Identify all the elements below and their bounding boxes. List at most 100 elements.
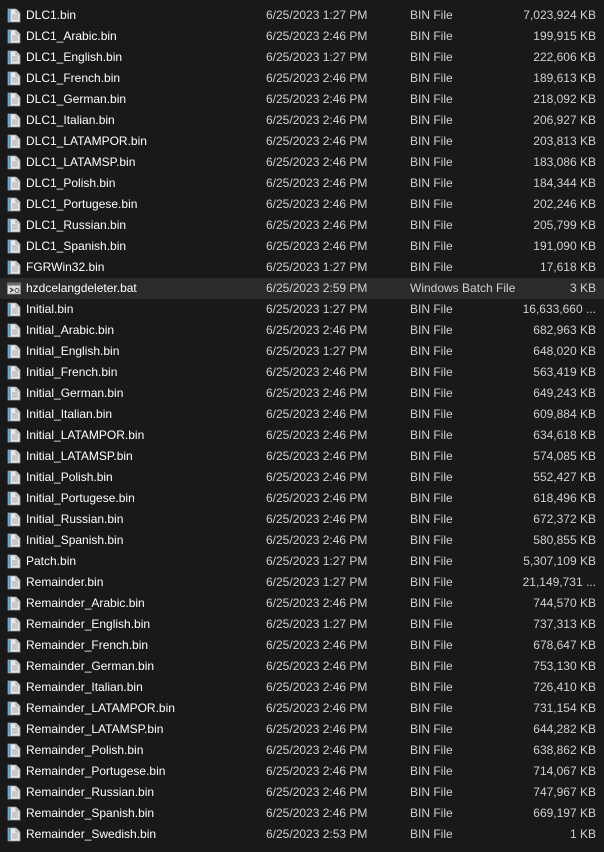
file-row[interactable]: Patch.bin 6/25/2023 1:27 PM BIN File 5,307,…	[0, 551, 604, 572]
file-name[interactable]: Remainder_Arabic.bin	[26, 593, 264, 614]
file-name[interactable]: Patch.bin	[26, 551, 264, 572]
file-row[interactable]: Remainder_Polish.bin 6/25/2023 2:46 PM BIN…	[0, 740, 604, 761]
file-name[interactable]: DLC1_Polish.bin	[26, 173, 264, 194]
file-row[interactable]: DLC1_LATAMPOR.bin 6/25/2023 2:46 PM BIN Fi…	[0, 131, 604, 152]
bin-file-icon	[7, 134, 21, 149]
file-name[interactable]: Remainder.bin	[26, 572, 264, 593]
file-name[interactable]: Initial_English.bin	[26, 341, 264, 362]
file-row[interactable]: DLC1.bin 6/25/2023 1:27 PM BIN File 7,023,9…	[0, 5, 604, 26]
bin-file-icon	[7, 617, 21, 632]
file-name[interactable]: Initial_Russian.bin	[26, 509, 264, 530]
file-size: 649,243 KB	[533, 386, 596, 400]
file-name[interactable]: Remainder_Swedish.bin	[26, 824, 264, 845]
file-name[interactable]: DLC1_LATAMSP.bin	[26, 152, 264, 173]
file-date-modified: 6/25/2023 2:59 PM	[266, 281, 368, 295]
bin-file-icon	[7, 701, 21, 716]
file-row[interactable]: Initial.bin 6/25/2023 1:27 PM BIN File 16,6…	[0, 299, 604, 320]
file-date-modified: 6/25/2023 1:27 PM	[266, 302, 368, 316]
file-date-modified: 6/25/2023 2:46 PM	[266, 29, 368, 43]
file-name[interactable]: Remainder_Spanish.bin	[26, 803, 264, 824]
file-date-modified: 6/25/2023 2:46 PM	[266, 176, 368, 190]
file-name[interactable]: Initial_Spanish.bin	[26, 530, 264, 551]
file-row[interactable]: Initial_Portugese.bin 6/25/2023 2:46 PM BI…	[0, 488, 604, 509]
file-row[interactable]: DLC1_German.bin 6/25/2023 2:46 PM BIN File…	[0, 89, 604, 110]
file-date-modified: 6/25/2023 2:46 PM	[266, 806, 368, 820]
file-row[interactable]: Initial_Arabic.bin 6/25/2023 2:46 PM BIN F…	[0, 320, 604, 341]
file-name[interactable]: DLC1_French.bin	[26, 68, 264, 89]
file-size: 202,246 KB	[533, 197, 596, 211]
file-name[interactable]: DLC1_Portugese.bin	[26, 194, 264, 215]
file-row[interactable]: DLC1_LATAMSP.bin 6/25/2023 2:46 PM BIN Fil…	[0, 152, 604, 173]
file-name[interactable]: Remainder_French.bin	[26, 635, 264, 656]
file-row[interactable]: Remainder_Italian.bin 6/25/2023 2:46 PM BI…	[0, 677, 604, 698]
file-row[interactable]: Initial_English.bin 6/25/2023 1:27 PM BIN …	[0, 341, 604, 362]
file-row[interactable]: DLC1_Spanish.bin 6/25/2023 2:46 PM BIN Fil…	[0, 236, 604, 257]
file-name[interactable]: DLC1_Arabic.bin	[26, 26, 264, 47]
file-row[interactable]: Remainder_English.bin 6/25/2023 1:27 PM BI…	[0, 614, 604, 635]
file-date-modified: 6/25/2023 2:46 PM	[266, 638, 368, 652]
file-name[interactable]: Initial_LATAMPOR.bin	[26, 425, 264, 446]
file-name[interactable]: Remainder_Italian.bin	[26, 677, 264, 698]
file-name[interactable]: DLC1_German.bin	[26, 89, 264, 110]
file-name[interactable]: Remainder_Polish.bin	[26, 740, 264, 761]
file-name[interactable]: Initial_French.bin	[26, 362, 264, 383]
file-row[interactable]: Initial_German.bin 6/25/2023 2:46 PM BIN F…	[0, 383, 604, 404]
file-name[interactable]: Initial_Italian.bin	[26, 404, 264, 425]
file-date-modified: 6/25/2023 2:46 PM	[266, 491, 368, 505]
file-row[interactable]: DLC1_Portugese.bin 6/25/2023 2:46 PM BIN F…	[0, 194, 604, 215]
file-row[interactable]: DLC1_Italian.bin 6/25/2023 2:46 PM BIN Fil…	[0, 110, 604, 131]
file-row[interactable]: Initial_Italian.bin 6/25/2023 2:46 PM BIN …	[0, 404, 604, 425]
file-row[interactable]: Remainder_Russian.bin 6/25/2023 2:46 PM BI…	[0, 782, 604, 803]
file-row[interactable]: Initial_LATAMPOR.bin 6/25/2023 2:46 PM BIN…	[0, 425, 604, 446]
file-name[interactable]: Remainder_Portugese.bin	[26, 761, 264, 782]
file-row[interactable]: DLC1_Arabic.bin 6/25/2023 2:46 PM BIN File…	[0, 26, 604, 47]
file-name[interactable]: DLC1_Spanish.bin	[26, 236, 264, 257]
file-name[interactable]: Remainder_Russian.bin	[26, 782, 264, 803]
file-date-modified: 6/25/2023 2:46 PM	[266, 218, 368, 232]
file-name[interactable]: DLC1_LATAMPOR.bin	[26, 131, 264, 152]
file-row[interactable]: Initial_Spanish.bin 6/25/2023 2:46 PM BIN …	[0, 530, 604, 551]
file-row[interactable]: Initial_LATAMSP.bin 6/25/2023 2:46 PM BIN …	[0, 446, 604, 467]
bin-file-icon	[7, 827, 21, 842]
file-name[interactable]: DLC1_Russian.bin	[26, 215, 264, 236]
file-name[interactable]: DLC1_English.bin	[26, 47, 264, 68]
file-name[interactable]: Initial_LATAMSP.bin	[26, 446, 264, 467]
file-row[interactable]: Initial_Polish.bin 6/25/2023 2:46 PM BIN F…	[0, 467, 604, 488]
file-name[interactable]: Remainder_LATAMPOR.bin	[26, 698, 264, 719]
bin-file-icon	[7, 680, 21, 695]
file-row[interactable]: Remainder_LATAMSP.bin 6/25/2023 2:46 PM BI…	[0, 719, 604, 740]
file-row[interactable]: Remainder_Swedish.bin 6/25/2023 2:53 PM BI…	[0, 824, 604, 845]
file-row[interactable]: DLC1_Russian.bin 6/25/2023 2:46 PM BIN Fil…	[0, 215, 604, 236]
file-name[interactable]: Initial_German.bin	[26, 383, 264, 404]
file-row[interactable]: Initial_French.bin 6/25/2023 2:46 PM BIN F…	[0, 362, 604, 383]
file-row[interactable]: Remainder_German.bin 6/25/2023 2:46 PM BIN…	[0, 656, 604, 677]
file-row[interactable]: Remainder_French.bin 6/25/2023 2:46 PM BIN…	[0, 635, 604, 656]
file-name[interactable]: Initial.bin	[26, 299, 264, 320]
file-name[interactable]: DLC1_Italian.bin	[26, 110, 264, 131]
file-row[interactable]: Remainder_Portugese.bin 6/25/2023 2:46 PM…	[0, 761, 604, 782]
bin-file-icon	[7, 92, 21, 107]
file-row[interactable]: Remainder_Arabic.bin 6/25/2023 2:46 PM BIN…	[0, 593, 604, 614]
file-name[interactable]: Initial_Portugese.bin	[26, 488, 264, 509]
file-row[interactable]: DLC1_French.bin 6/25/2023 2:46 PM BIN File…	[0, 68, 604, 89]
bin-file-icon	[7, 638, 21, 653]
file-name[interactable]: Remainder_LATAMSP.bin	[26, 719, 264, 740]
file-row[interactable]: Remainder_Spanish.bin 6/25/2023 2:46 PM BI…	[0, 803, 604, 824]
file-row[interactable]: DLC1_English.bin 6/25/2023 1:27 PM BIN Fil…	[0, 47, 604, 68]
file-row[interactable]: hzdcelangdeleter.bat 6/25/2023 2:59 PM Win…	[0, 278, 604, 299]
file-size: 183,086 KB	[533, 155, 596, 169]
file-name[interactable]: Remainder_German.bin	[26, 656, 264, 677]
file-name[interactable]: FGRWin32.bin	[26, 257, 264, 278]
file-name[interactable]: Initial_Polish.bin	[26, 467, 264, 488]
file-name[interactable]: hzdcelangdeleter.bat	[26, 278, 264, 299]
file-name[interactable]: Remainder_English.bin	[26, 614, 264, 635]
file-row[interactable]: Initial_Russian.bin 6/25/2023 2:46 PM BIN …	[0, 509, 604, 530]
file-row[interactable]: Remainder_LATAMPOR.bin 6/25/2023 2:46 PM B…	[0, 698, 604, 719]
file-row[interactable]: DLC1_Polish.bin 6/25/2023 2:46 PM BIN File…	[0, 173, 604, 194]
file-size: 7,023,924 KB	[523, 8, 596, 22]
file-date-modified: 6/25/2023 2:46 PM	[266, 365, 368, 379]
file-name[interactable]: DLC1.bin	[26, 5, 264, 26]
file-row[interactable]: FGRWin32.bin 6/25/2023 1:27 PM BIN File 17,…	[0, 257, 604, 278]
file-name[interactable]: Initial_Arabic.bin	[26, 320, 264, 341]
file-row[interactable]: Remainder.bin 6/25/2023 1:27 PM BIN File 21…	[0, 572, 604, 593]
